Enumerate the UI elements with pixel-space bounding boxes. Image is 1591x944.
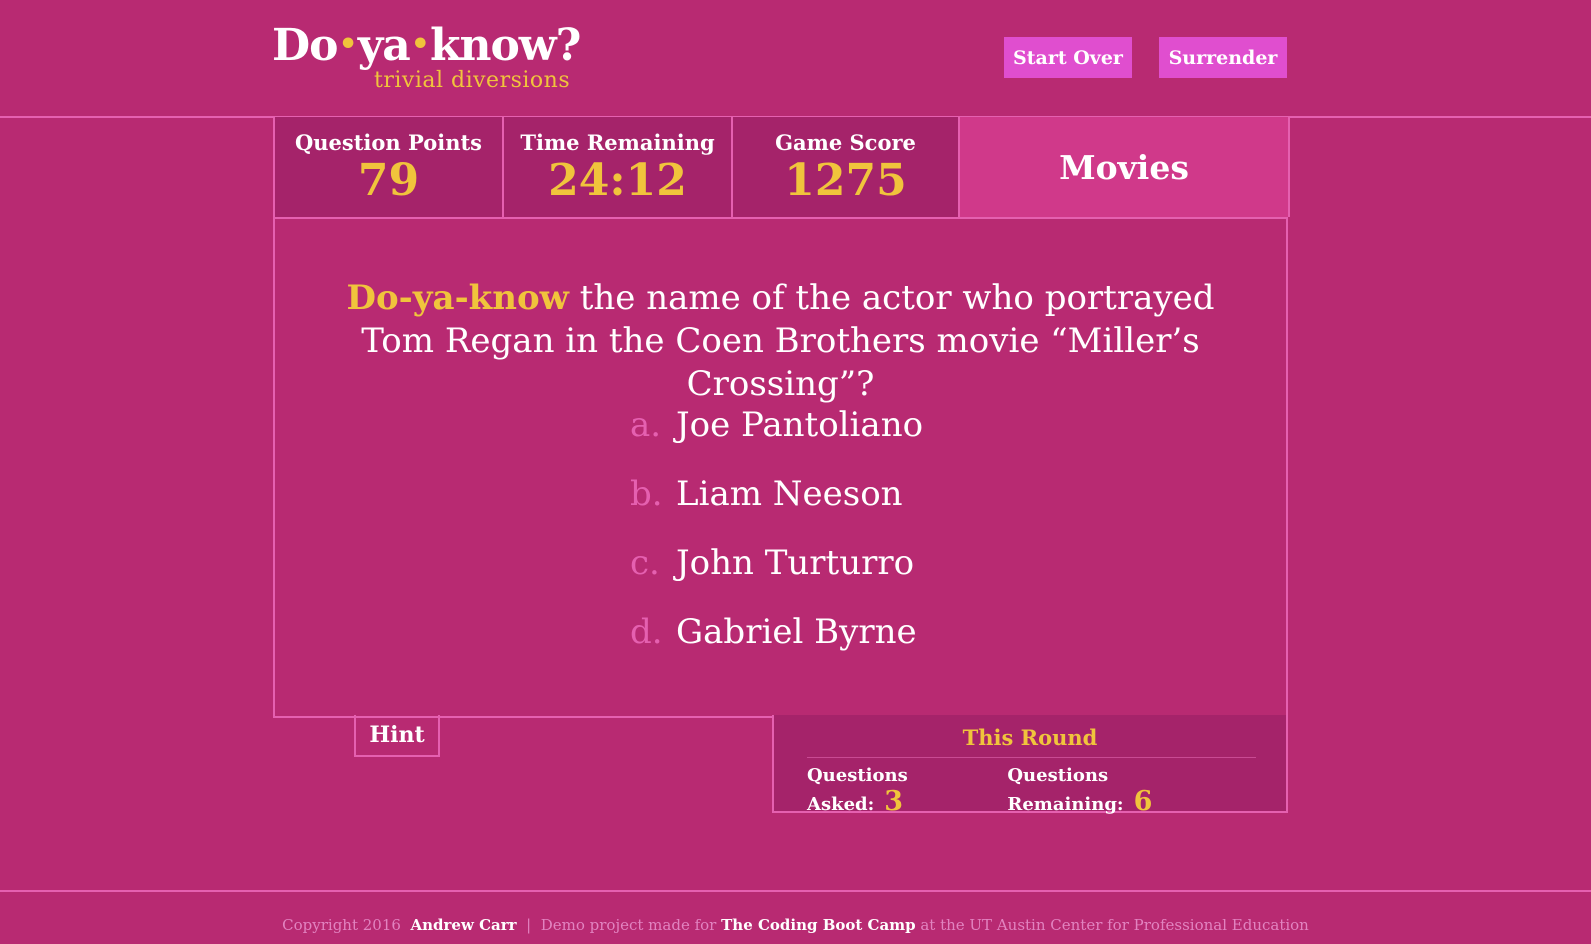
time-remaining-label: Time Remaining [520, 130, 715, 155]
question-points-panel: Question Points 79 [275, 117, 504, 217]
location-text: at the UT Austin Center for Professional… [920, 916, 1309, 934]
questions-remaining-label: Questions Remaining: [1007, 765, 1124, 815]
footer-text: Copyright 2016 Andrew Carr | Demo projec… [0, 916, 1591, 934]
question-text: Do-ya-know the name of the actor who por… [315, 277, 1246, 406]
surrender-button[interactable]: Surrender [1159, 37, 1287, 78]
answer-letter: a. [630, 405, 662, 445]
answer-text: John Turturro [676, 543, 915, 583]
question-points-label: Question Points [294, 130, 482, 155]
answer-option-c[interactable]: c. John Turturro [630, 543, 923, 612]
questions-asked-value: 3 [884, 786, 904, 817]
round-stats: Questions Asked: 3 Questions Remaining: 6 [807, 765, 1256, 817]
copyright-text: Copyright 2016 [282, 916, 401, 934]
game-score-label: Game Score [775, 130, 916, 155]
bootcamp-link[interactable]: The Coding Boot Camp [721, 916, 915, 934]
logo: Do•ya•know? trivial diversions [272, 20, 581, 94]
round-panel: This Round Questions Asked: 3 Questions R… [772, 715, 1288, 817]
logo-dot-icon: • [338, 27, 358, 62]
answer-option-b[interactable]: b. Liam Neeson [630, 474, 923, 543]
game-score-value: 1275 [784, 155, 907, 206]
question-panel: Do-ya-know the name of the actor who por… [273, 217, 1288, 718]
answer-option-d[interactable]: d. Gabriel Byrne [630, 612, 923, 681]
answer-list: a. Joe Pantoliano b. Liam Neeson c. John Tu… [630, 405, 923, 681]
stats-bar: Question Points 79 Time Remaining 24:12 … [273, 117, 1290, 217]
game-score-panel: Game Score 1275 [733, 117, 960, 217]
logo-word-ya: ya [357, 20, 411, 71]
questions-remaining-value: 6 [1133, 786, 1153, 817]
header: Do•ya•know? trivial diversions Start Ove… [0, 0, 1591, 118]
answer-text: Gabriel Byrne [676, 612, 917, 652]
logo-word-know: know? [429, 20, 581, 71]
question-lead: Do-ya-know [346, 278, 569, 318]
time-remaining-value: 24:12 [548, 155, 687, 206]
logo-dot-icon: • [410, 27, 430, 62]
answer-letter: d. [630, 612, 663, 652]
footer: Copyright 2016 Andrew Carr | Demo projec… [0, 890, 1591, 944]
answer-text: Joe Pantoliano [676, 405, 924, 445]
logo-tagline: trivial diversions [374, 68, 571, 93]
round-divider [807, 757, 1256, 758]
time-remaining-panel: Time Remaining 24:12 [504, 117, 733, 217]
answer-option-a[interactable]: a. Joe Pantoliano [630, 405, 923, 474]
logo-word-do: Do [272, 20, 339, 71]
answer-letter: c. [630, 543, 660, 583]
answer-text: Liam Neeson [676, 474, 903, 514]
hint-button[interactable]: Hint [354, 715, 440, 757]
answer-letter: b. [630, 474, 663, 514]
start-over-button[interactable]: Start Over [1004, 37, 1132, 78]
category-label: Movies [960, 117, 1288, 217]
footer-separator: | [526, 916, 532, 934]
author-link[interactable]: Andrew Carr [410, 916, 516, 934]
round-title: This Round [962, 725, 1098, 750]
question-points-value: 79 [357, 155, 420, 206]
demo-text: Demo project made for [540, 916, 717, 934]
